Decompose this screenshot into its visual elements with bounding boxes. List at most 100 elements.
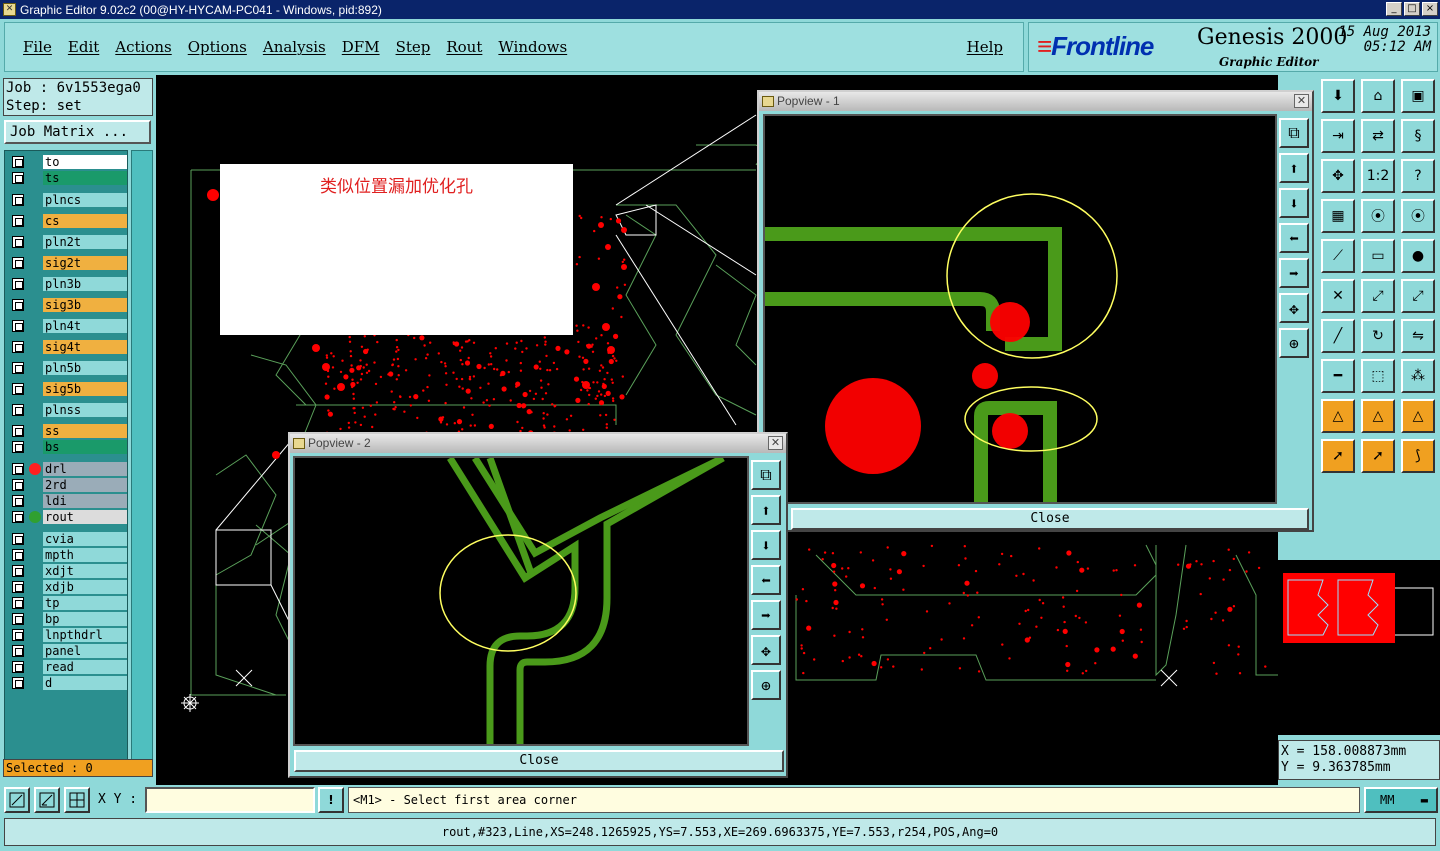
popview-1-close-icon[interactable]: ✕ [1294,94,1309,108]
layer-name[interactable]: 2rd [43,478,127,492]
layer-checkbox[interactable] [12,511,24,523]
layer-row-rout[interactable]: rout [9,510,127,524]
layer-row-bs[interactable]: bs [9,440,127,454]
triangle-icon[interactable]: △ [1321,399,1355,433]
cross-icon[interactable]: ✕ [1321,279,1355,313]
layer-row-sig3b[interactable]: sig3b [9,298,127,312]
scale-icon[interactable]: 1:2 [1361,159,1395,193]
line-icon[interactable]: ╱ [1321,319,1355,353]
layer-checkbox[interactable] [12,479,24,491]
add-pad-icon[interactable]: ⤢ [1361,279,1395,313]
layer-checkbox[interactable] [12,549,24,561]
pad-icon[interactable]: ● [1401,239,1435,273]
layer-row-xdjb[interactable]: xdjb [9,580,127,594]
layer-name[interactable]: plnss [43,403,127,417]
layer-name[interactable]: xdjt [43,564,127,578]
menu-options[interactable]: Options [180,38,255,56]
layer-checkbox[interactable] [12,299,24,311]
layer-list-scrollbar[interactable] [131,150,153,765]
layout-icon[interactable]: § [1401,119,1435,153]
help-box-icon[interactable]: ? [1401,159,1435,193]
pan-down-icon[interactable]: ⬇ [1279,188,1309,218]
layer-name[interactable]: ts [43,171,127,185]
arc-icon[interactable]: ↻ [1361,319,1395,353]
layer-row-read[interactable]: read [9,660,127,674]
layer-name[interactable]: d [43,676,127,690]
load-icon[interactable]: ⬇ [1321,79,1355,113]
layer-name[interactable]: bs [43,440,127,454]
layer-name[interactable]: to [43,155,127,169]
layer-name[interactable]: mpth [43,548,127,562]
zoom-in-icon[interactable]: ✥ [1279,293,1309,323]
layer-checkbox[interactable] [12,425,24,437]
layer-checkbox[interactable] [12,533,24,545]
snap-icon-2[interactable]: ⦿ [1401,199,1435,233]
zoom-fit-icon[interactable]: ✥ [1321,159,1355,193]
xy-input[interactable] [145,787,315,813]
layer-checkbox[interactable] [12,362,24,374]
pointer-icon-2[interactable]: ➚ [1361,439,1395,473]
pan-up-icon[interactable]: ⬆ [1279,153,1309,183]
layer-checkbox[interactable] [12,495,24,507]
layer-row-drl[interactable]: drl [9,462,127,476]
layer-checkbox[interactable] [12,320,24,332]
layer-row-mpth[interactable]: mpth [9,548,127,562]
layer-row-sig4t[interactable]: sig4t [9,340,127,354]
pan-up-icon[interactable]: ⬆ [751,495,781,525]
menu-file[interactable]: File [15,38,60,56]
layer-checkbox[interactable] [12,172,24,184]
layer-name[interactable]: sig5b [43,382,127,396]
layer-name[interactable]: cvia [43,532,127,546]
menu-windows[interactable]: Windows [490,38,575,56]
home-icon[interactable]: ⌂ [1361,79,1395,113]
layer-checkbox[interactable] [12,341,24,353]
pads-icon[interactable]: ⁂ [1401,359,1435,393]
connect-icon[interactable]: ⟆ [1401,439,1435,473]
layer-checkbox[interactable] [12,441,24,453]
layer-name[interactable]: drl [43,462,127,476]
menu-analysis[interactable]: Analysis [255,38,334,56]
layer-name[interactable]: xdjb [43,580,127,594]
triangle-icon-2[interactable]: △ [1361,399,1395,433]
alert-button[interactable]: ! [318,787,344,813]
layer-name[interactable]: pln2t [43,235,127,249]
layer-name[interactable]: rout [43,510,127,524]
layer-row-panel[interactable]: panel [9,644,127,658]
popview-1-canvas[interactable] [763,114,1277,504]
layer-row-ldi[interactable]: ldi [9,494,127,508]
layer-name[interactable]: pln3b [43,277,127,291]
layer-row-2rd[interactable]: 2rd [9,478,127,492]
popview-2-close-icon[interactable]: ✕ [768,436,783,450]
popview-2-close-button[interactable]: Close [294,750,784,772]
minimize-button[interactable]: _ [1386,2,1402,16]
layer-row-tp[interactable]: tp [9,596,127,610]
layer-row-sig5b[interactable]: sig5b [9,382,127,396]
layer-checkbox[interactable] [12,565,24,577]
snap-icon[interactable]: ⦿ [1361,199,1395,233]
pointer-icon[interactable]: ➚ [1321,439,1355,473]
grid-icon[interactable] [64,787,90,813]
zoom-in-icon[interactable]: ✥ [751,635,781,665]
layer-row-pln5b[interactable]: pln5b [9,361,127,375]
layer-row-pln4t[interactable]: pln4t [9,319,127,333]
menu-rout[interactable]: Rout [438,38,490,56]
layer-name[interactable]: ss [43,424,127,438]
layer-name[interactable]: lnpthdrl [43,628,127,642]
zoom-out-icon[interactable]: ⊕ [751,670,781,700]
layer-checkbox[interactable] [12,194,24,206]
layer-checkbox[interactable] [12,215,24,227]
pan-right-icon[interactable]: ➡ [751,600,781,630]
ruler-icon[interactable]: ▭ [1361,239,1395,273]
layer-row-cs[interactable]: cs [9,214,127,228]
measure-icon[interactable] [34,787,60,813]
maximize-button[interactable]: □ [1404,2,1420,16]
layer-checkbox[interactable] [12,404,24,416]
units-select[interactable]: MM ▬ [1364,787,1438,813]
layer-row-xdjt[interactable]: xdjt [9,564,127,578]
layer-checkbox[interactable] [12,278,24,290]
close-window-button[interactable]: × [1422,2,1438,16]
export-icon[interactable]: ⇥ [1321,119,1355,153]
pan-left-icon[interactable]: ⬅ [1279,223,1309,253]
copy-icon[interactable]: ⧉ [1279,118,1309,148]
layer-row-cvia[interactable]: cvia [9,532,127,546]
